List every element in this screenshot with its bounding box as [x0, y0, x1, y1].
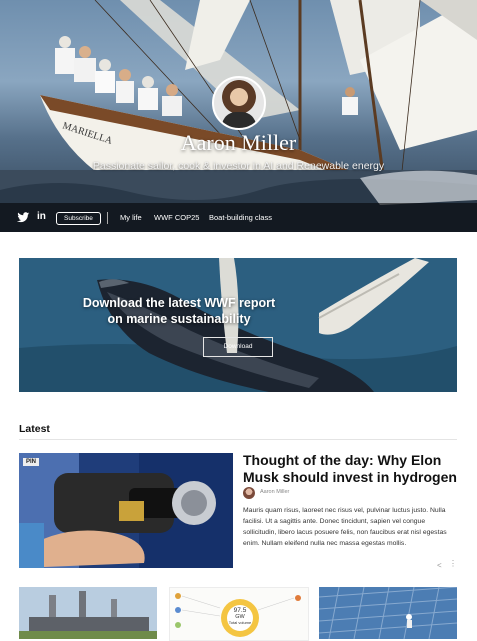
profile-name: Aaron Miller	[180, 130, 297, 155]
featured-post-excerpt: Mauris quam risus, laoreet nec risus vel…	[243, 507, 447, 547]
latest-divider	[19, 439, 457, 440]
author-avatar	[243, 487, 255, 499]
nav-link-boat-building[interactable]: Boat-building class	[209, 213, 272, 222]
wwf-report-banner[interactable]: Download the latest WWF report on marine…	[19, 258, 457, 392]
nav-divider	[107, 212, 108, 224]
nav-link-wwf-cop25[interactable]: WWF COP25	[154, 213, 199, 222]
subscribe-button[interactable]: Subscribe	[56, 212, 101, 225]
download-button[interactable]: Download	[203, 337, 273, 357]
chart-center-label: 97.5 GW Total volume	[228, 607, 252, 625]
post-thumbnail-power-plant[interactable]	[19, 587, 157, 639]
nav-link-my-life[interactable]: My life	[120, 213, 142, 222]
more-options-icon[interactable]: ⋮	[449, 559, 457, 568]
latest-heading: Latest	[19, 423, 50, 435]
profile-avatar	[212, 76, 266, 130]
hydrogen-nozzle-image	[19, 453, 233, 568]
featured-post-image[interactable]: PIN	[19, 453, 233, 568]
power-plant-image	[19, 587, 157, 639]
post-thumbnail-energy-chart[interactable]: 97.5 GW Total volume	[169, 587, 309, 641]
author-name[interactable]: Aaron Miller	[260, 489, 289, 495]
solar-panels-image	[319, 587, 457, 639]
profile-tagline: Passionate sailor, cook & investor in AI…	[92, 160, 385, 172]
featured-post-title[interactable]: Thought of the day: Why Elon Musk should…	[243, 452, 457, 486]
post-thumbnail-solar-panels[interactable]	[319, 587, 457, 639]
banner-title: Download the latest WWF report on marine…	[82, 296, 276, 326]
pin-badge: PIN	[23, 458, 40, 466]
twitter-icon[interactable]	[17, 212, 30, 223]
linkedin-icon[interactable]: in	[37, 211, 46, 222]
share-icon[interactable]: <	[437, 561, 442, 570]
profile-hero: MARIELLA Aaron Miller Passionate sailor,…	[0, 0, 477, 232]
